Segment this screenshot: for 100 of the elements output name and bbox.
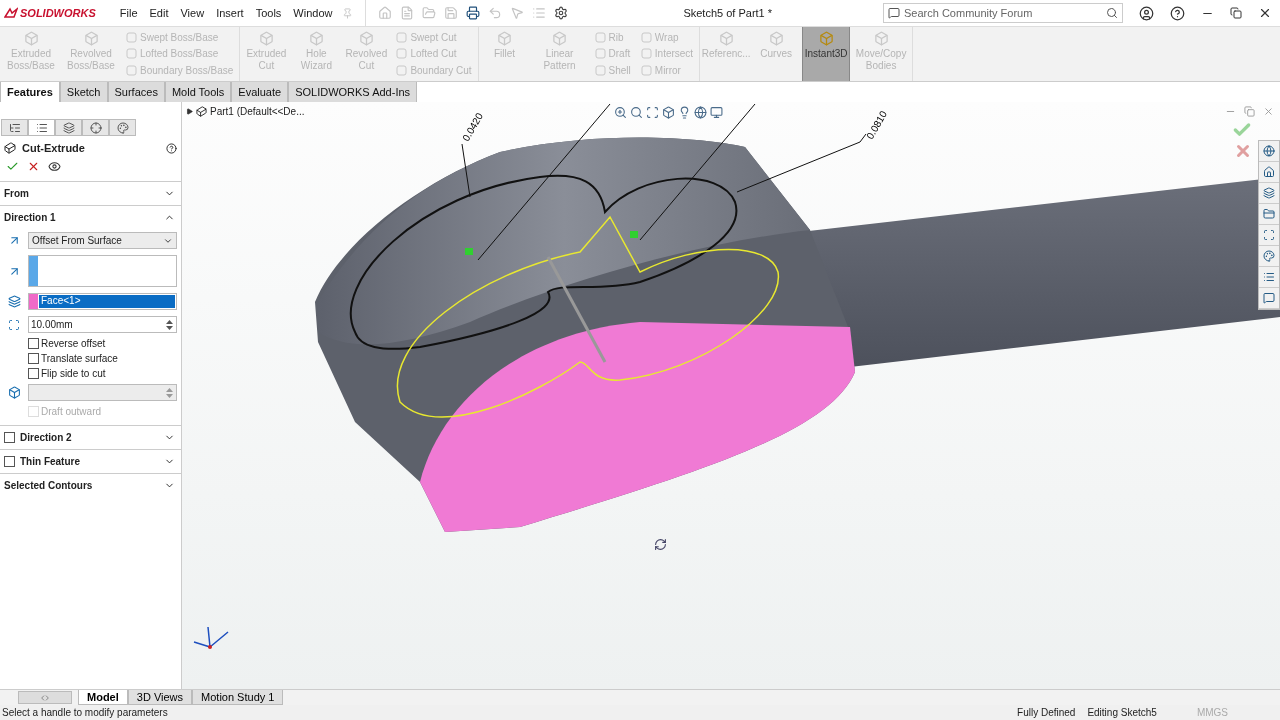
search-bar[interactable]: Search Community Forum [883,3,1123,23]
command-tab[interactable]: SOLIDWORKS Add-Ins [288,82,418,102]
arrows-icon [40,692,50,703]
cancel-icon[interactable] [27,160,40,173]
account-icon[interactable] [1139,5,1154,21]
folder-icon[interactable] [1263,208,1275,220]
panel-tab[interactable] [109,119,136,136]
ribbon-command[interactable]: Instant3D [802,27,851,81]
command-tab[interactable]: Features [0,82,60,102]
globe-icon[interactable] [694,106,707,119]
help-icon[interactable] [166,142,177,154]
scan-icon[interactable] [1263,229,1275,241]
cube-icon [873,31,889,46]
menu-item[interactable]: Window [287,7,339,19]
distance-field[interactable]: 10.00mm [28,316,177,333]
cube-icon [768,31,784,46]
tool-icon [126,65,137,77]
checkbox[interactable] [28,353,39,364]
scan-icon[interactable] [646,106,659,119]
checkbox-label[interactable]: Translate surface [41,353,118,364]
cube-icon [4,142,16,154]
editing-status: Editing Sketch5 [1087,707,1157,718]
menu-item[interactable]: File [113,7,144,19]
model-tab[interactable]: Model [78,690,128,705]
restore-icon[interactable] [1230,7,1242,19]
search-icon[interactable] [1106,7,1118,19]
face-icon [7,295,21,308]
tree-item[interactable]: Part1 (Default<<De... [210,106,305,117]
status-message: Select a handle to modify parameters [2,707,169,718]
lightbulb-icon[interactable] [678,106,691,119]
ok-icon[interactable] [6,160,19,173]
expand-arrow-icon[interactable] [186,108,193,115]
command-tab[interactable]: Surfaces [107,82,165,102]
help-icon[interactable] [1170,5,1185,21]
menu-item[interactable]: View [174,7,211,19]
tool-icon [396,31,408,43]
spin-arrows-icon[interactable] [165,318,174,331]
tool-icon [126,48,137,60]
eye-icon[interactable] [48,160,61,173]
section-header[interactable]: Selected Contours [0,473,181,497]
cube-icon [83,31,99,46]
menu-item[interactable]: Tools [249,7,288,19]
panel-tab[interactable] [82,119,109,136]
checkbox[interactable] [4,432,15,443]
layers-icon[interactable] [1263,187,1275,199]
menu-item[interactable]: Insert [210,7,250,19]
logo-icon [4,7,18,19]
layers-icon [62,121,75,134]
offset-distance-icon [8,318,20,331]
axis-triad-icon [193,626,229,649]
section-header[interactable]: Thin Feature [0,449,181,473]
cube-icon[interactable] [662,106,675,119]
monitor-icon[interactable] [710,106,723,119]
cube-icon [497,31,513,46]
tool-icon [396,48,408,60]
print-icon[interactable] [466,6,481,20]
sketch-state: Fully Defined [1017,707,1076,718]
list-icon[interactable] [1263,271,1275,283]
tool-icon [594,48,606,60]
palette-icon [116,121,129,134]
model-tab[interactable]: 3D Views [127,690,193,705]
checkbox[interactable] [28,368,39,379]
cube-icon [196,106,207,117]
panel-tab[interactable] [28,119,55,136]
search-icon[interactable] [630,106,643,119]
section-header[interactable]: From [0,181,181,205]
end-condition-dropdown[interactable]: Offset From Surface [28,232,177,249]
rotate-cursor-icon [654,538,667,551]
tool-icon [640,31,652,43]
model-tab[interactable]: Motion Study 1 [192,690,284,705]
zoom-in-icon[interactable] [614,106,627,119]
tool-icon [396,65,408,77]
panel-tab[interactable] [55,119,82,136]
settings-icon[interactable] [554,6,569,20]
direction-selection-box[interactable] [28,255,177,287]
home-icon[interactable] [1263,166,1275,178]
cube-icon [358,31,374,46]
section-header[interactable]: Direction 2 [0,425,181,449]
checkbox[interactable] [28,338,39,349]
speech-bubble-icon[interactable] [1263,292,1275,304]
cube-icon [718,31,734,46]
cube-icon [7,386,21,399]
command-tab[interactable]: Sketch [59,82,108,102]
cube-icon [552,31,568,46]
tool-icon [594,31,606,43]
logo-text: SOLIDWORKS [20,7,96,19]
draft-angle-field[interactable] [28,384,177,401]
globe-icon[interactable] [1263,145,1275,157]
panel-tab[interactable] [1,119,28,136]
tool-icon [126,31,137,43]
close-icon[interactable] [1258,6,1272,20]
menu-item[interactable]: Edit [143,7,175,19]
section-header[interactable]: Direction 1 [0,205,181,229]
checkbox-label[interactable]: Reverse offset [41,338,106,349]
palette-icon[interactable] [1263,250,1275,262]
command-tab[interactable]: Mold Tools [164,82,232,102]
face-selection-box[interactable]: Face<1> [28,293,177,310]
command-tab[interactable]: Evaluate [231,82,289,102]
checkbox[interactable] [4,456,15,467]
checkbox-label[interactable]: Flip side to cut [41,368,106,379]
